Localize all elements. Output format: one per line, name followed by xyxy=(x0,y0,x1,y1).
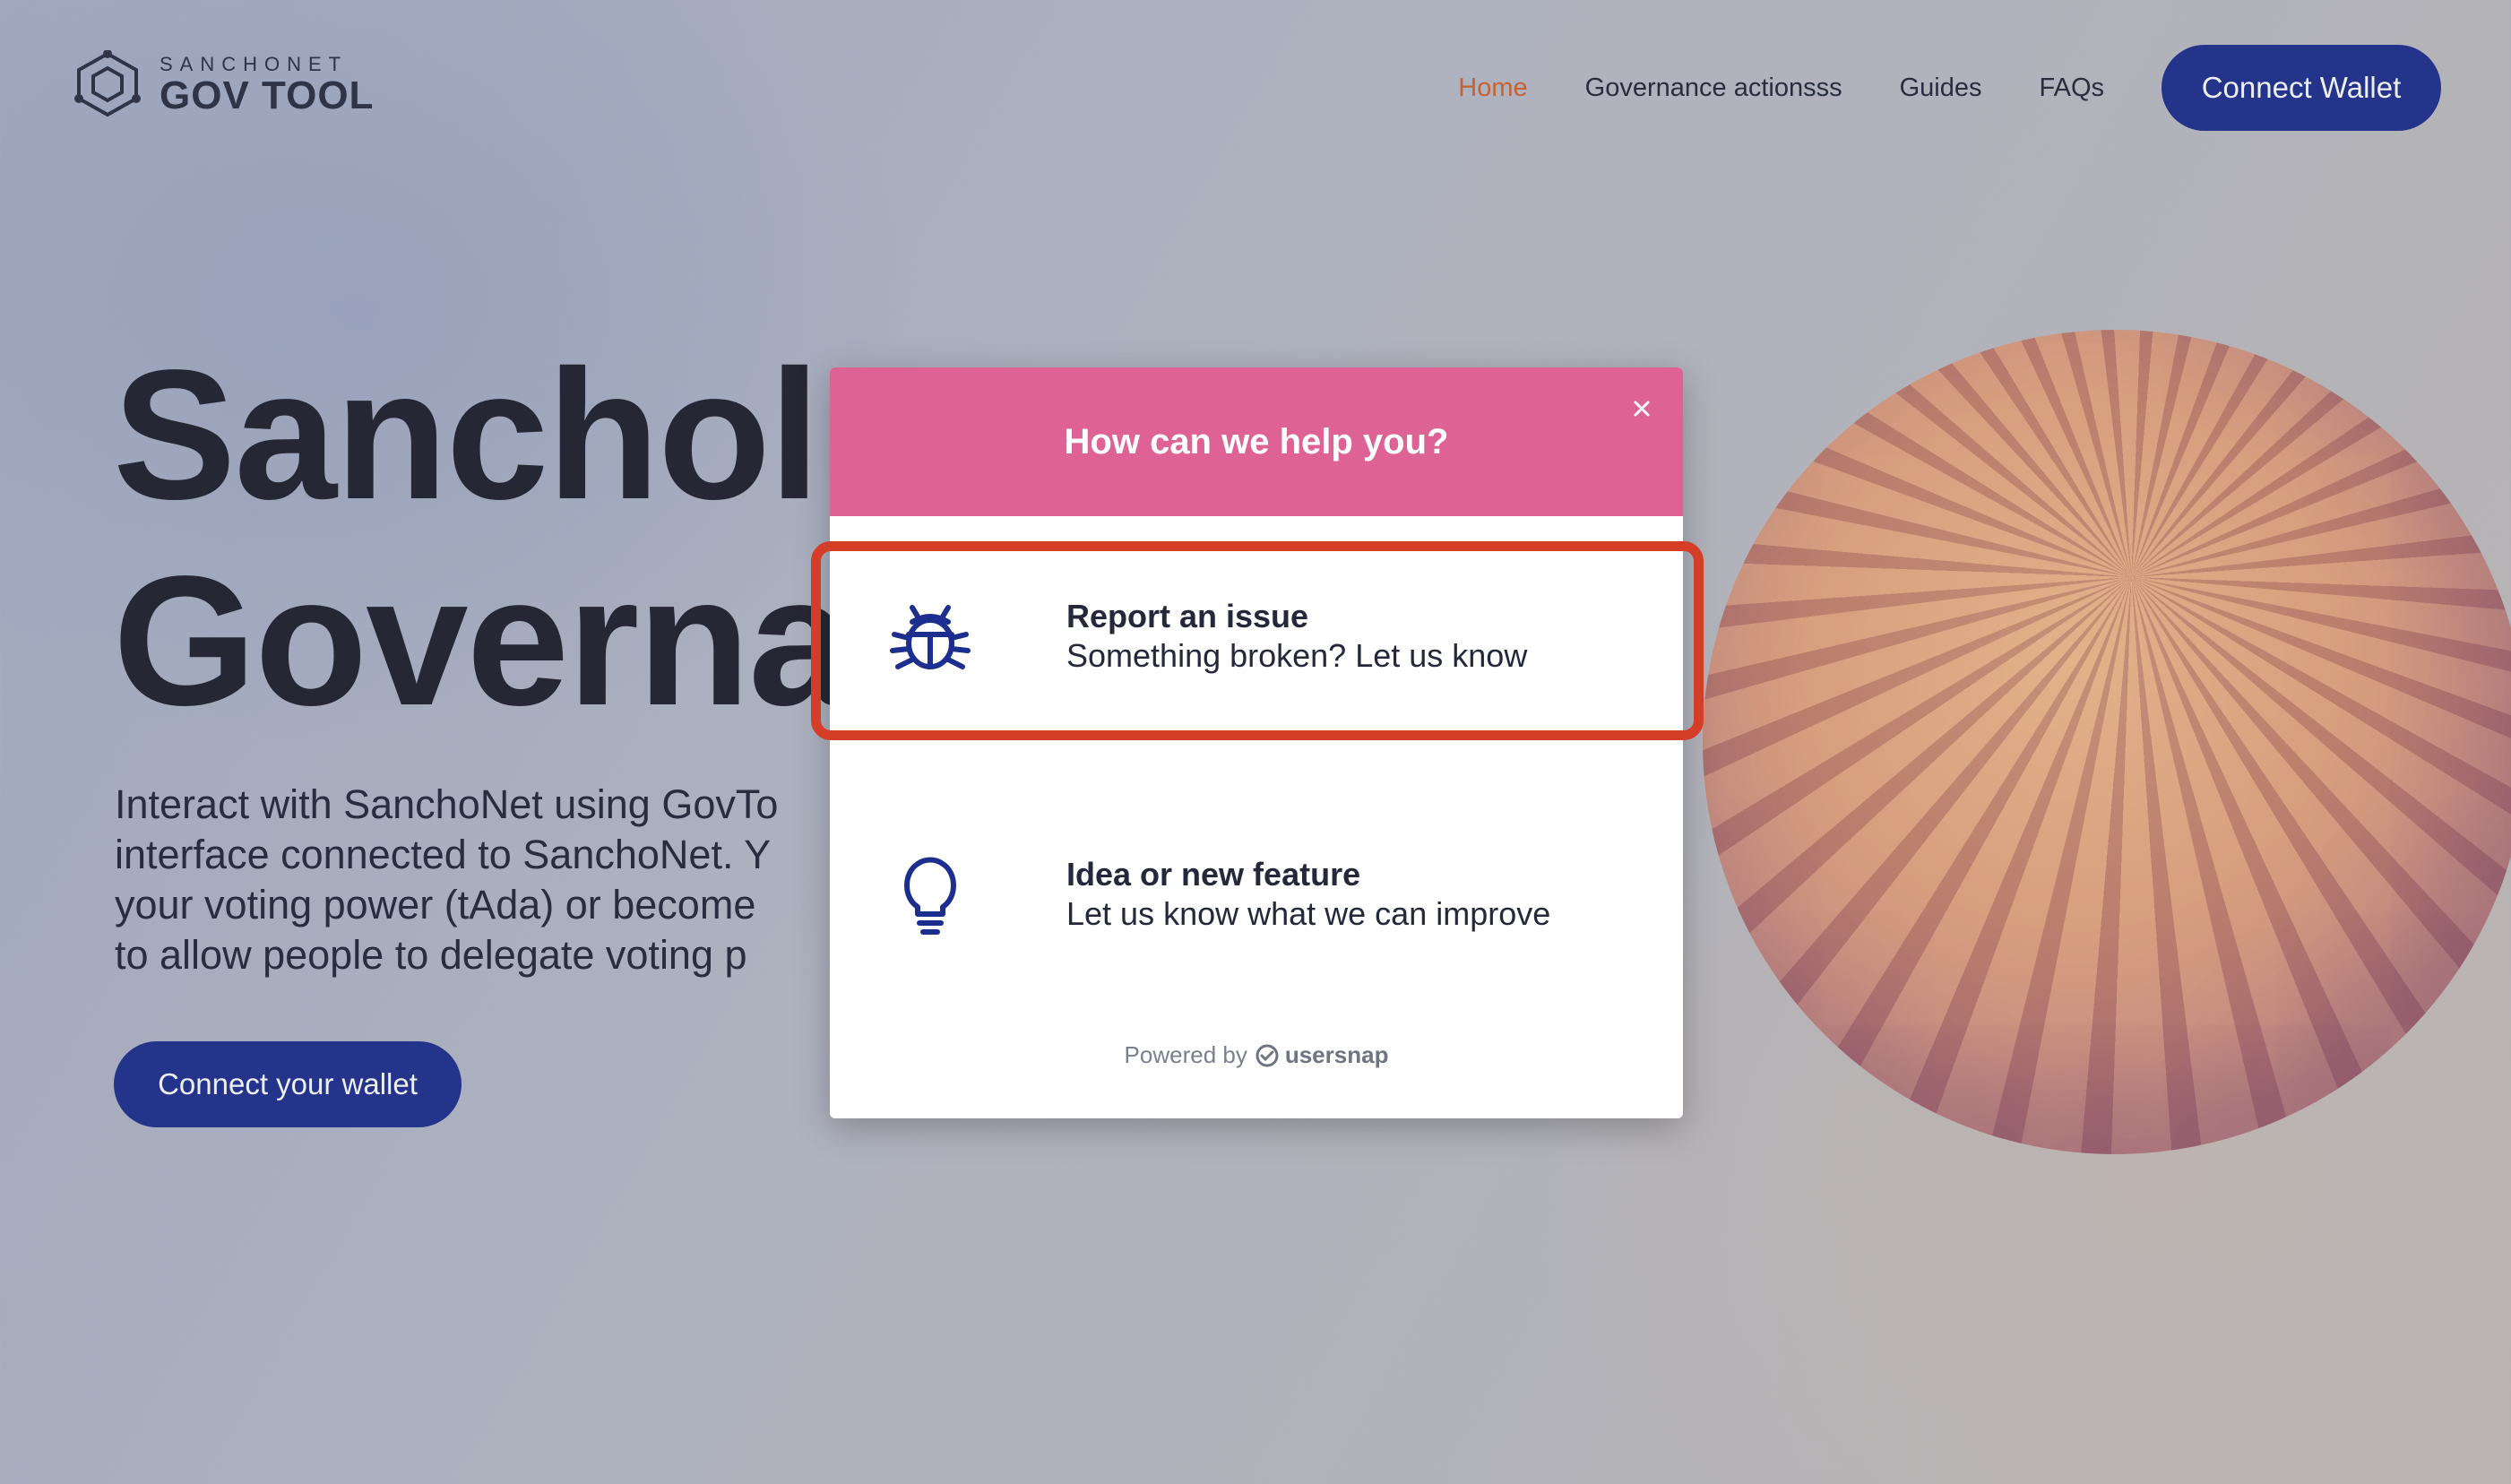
idea-feature-subtitle: Let us know what we can improve xyxy=(1066,895,1551,932)
lightbulb-icon xyxy=(904,857,956,935)
modal-header: How can we help you? xyxy=(830,367,1683,516)
usersnap-logo-icon xyxy=(1256,1044,1279,1066)
usersnap-brand-text: usersnap xyxy=(1284,1041,1389,1068)
modal-title: How can we help you? xyxy=(1064,421,1449,462)
bug-icon xyxy=(890,605,971,669)
report-issue-option[interactable]: Report an issue Something broken? Let us… xyxy=(830,547,1683,726)
powered-by[interactable]: Powered by usersnap xyxy=(830,1041,1683,1069)
usersnap-brand: usersnap xyxy=(1255,1041,1389,1069)
powered-by-label: Powered by xyxy=(1124,1041,1247,1068)
report-issue-subtitle: Something broken? Let us know xyxy=(1066,637,1528,674)
idea-feature-option[interactable]: Idea or new feature Let us know what we … xyxy=(830,805,1683,984)
idea-feature-title: Idea or new feature xyxy=(1066,856,1361,893)
close-icon[interactable] xyxy=(1622,389,1661,428)
report-issue-title: Report an issue xyxy=(1066,598,1309,634)
help-modal: How can we help you? Report an issue Som… xyxy=(830,367,1683,1118)
